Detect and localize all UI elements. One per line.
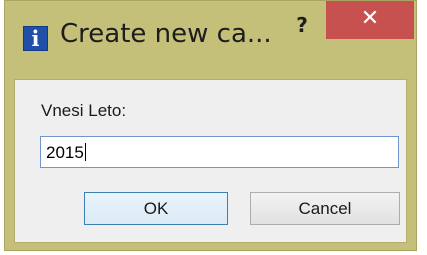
info-icon: i [23, 26, 48, 51]
text-caret [84, 143, 86, 161]
ok-button[interactable]: OK [84, 192, 228, 225]
prompt-label: Vnesi Leto: [41, 101, 127, 120]
dialog-title: Create new ca... [60, 19, 272, 49]
help-button[interactable]: ? [288, 10, 316, 40]
close-icon: ✕ [360, 6, 380, 31]
cancel-button[interactable]: Cancel [250, 192, 400, 225]
title-bar[interactable]: i Create new ca... ? ✕ [5, 1, 416, 79]
year-input-text: 2015 [46, 143, 84, 162]
dialog-body: Vnesi Leto: 2015 OK Cancel [14, 79, 407, 243]
close-button[interactable]: ✕ [326, 1, 414, 39]
year-input-value: 2015 [46, 143, 86, 163]
year-input[interactable]: 2015 [40, 136, 399, 168]
dialog-window: i Create new ca... ? ✕ Vnesi Leto: 2015 … [4, 0, 417, 251]
